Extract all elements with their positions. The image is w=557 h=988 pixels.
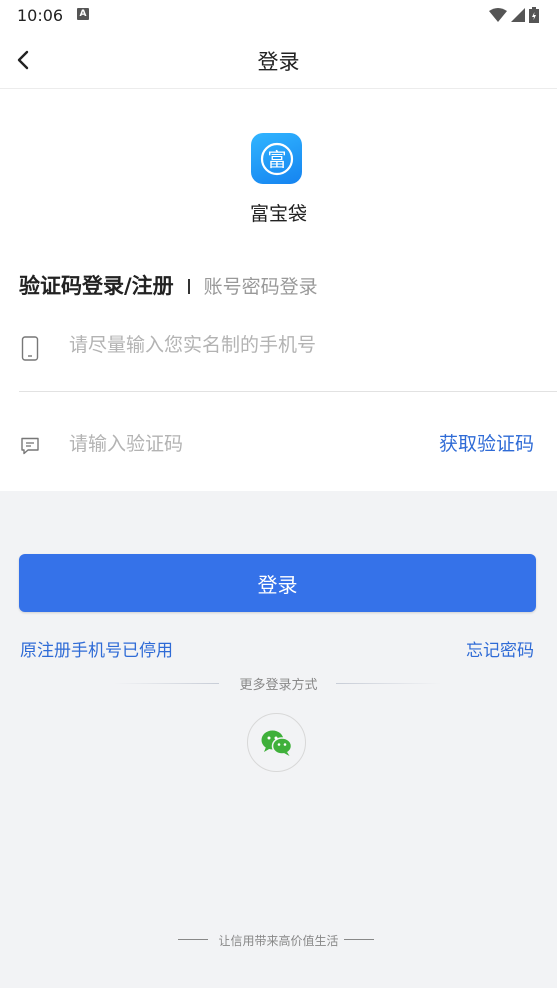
divider-line-right bbox=[336, 683, 441, 684]
notification-badge: A bbox=[77, 8, 89, 20]
login-form: 富 富宝袋 验证码登录/注册 账号密码登录 获取验证码 bbox=[0, 89, 557, 491]
slogan-line-right bbox=[344, 939, 374, 940]
login-button[interactable]: 登录 bbox=[19, 554, 536, 612]
wifi-icon bbox=[489, 7, 507, 22]
app-name: 富宝袋 bbox=[249, 203, 307, 225]
tab-divider bbox=[187, 279, 190, 294]
forgot-password-link[interactable]: 忘记密码 bbox=[466, 636, 534, 661]
status-time: 10:06 bbox=[17, 6, 64, 25]
status-icons bbox=[489, 7, 539, 23]
message-icon bbox=[21, 437, 39, 455]
app-logo-icon: 富 bbox=[260, 142, 293, 175]
phone-disabled-link[interactable]: 原注册手机号已停用 bbox=[20, 636, 173, 661]
status-bar: 10:06 A bbox=[0, 0, 557, 32]
header: 登录 bbox=[0, 32, 557, 89]
tab-sms-login[interactable]: 验证码登录/注册 bbox=[19, 270, 174, 300]
wechat-icon bbox=[261, 730, 292, 756]
app-logo-glyph: 富 bbox=[267, 149, 286, 171]
page-title: 登录 bbox=[257, 50, 300, 74]
wechat-login-button[interactable] bbox=[247, 713, 306, 772]
tab-password-login[interactable]: 账号密码登录 bbox=[204, 272, 318, 299]
verification-code-input[interactable] bbox=[69, 429, 369, 459]
get-code-button[interactable]: 获取验证码 bbox=[439, 429, 534, 456]
mobile-phone-icon bbox=[21, 336, 39, 361]
phone-input[interactable] bbox=[69, 330, 509, 360]
footer-slogan: 让信用带来高价值生活 bbox=[218, 934, 339, 948]
code-row: 获取验证码 bbox=[19, 419, 557, 469]
battery-icon bbox=[529, 7, 539, 23]
signal-icon bbox=[511, 8, 525, 22]
app-logo: 富 bbox=[251, 133, 302, 184]
phone-row bbox=[19, 319, 557, 392]
more-login-label: 更多登录方式 bbox=[239, 678, 318, 693]
login-tabs: 验证码登录/注册 账号密码登录 bbox=[19, 270, 318, 300]
